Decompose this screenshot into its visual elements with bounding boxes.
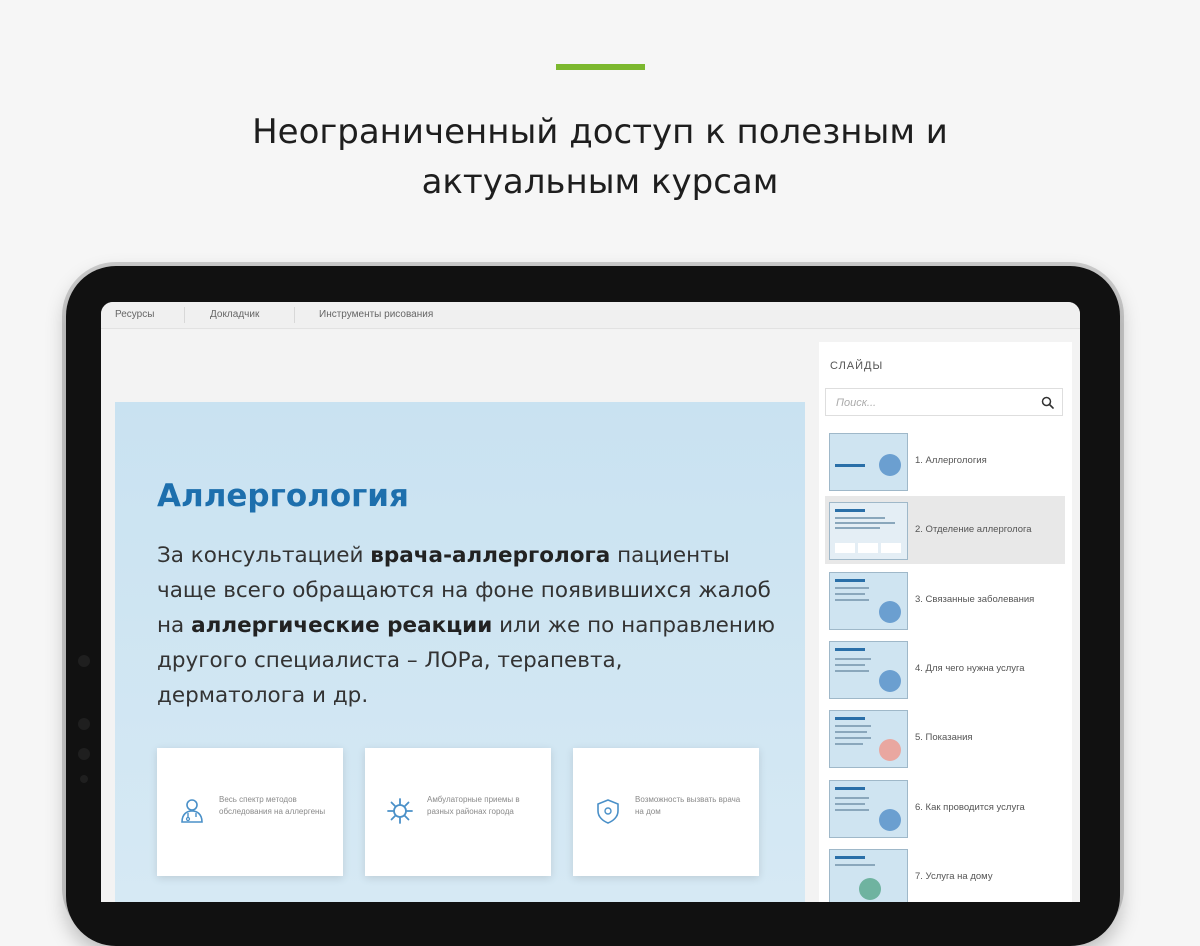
slide-thumbnail: [829, 641, 908, 699]
slide-body: За консультацией врача-аллерголога пацие…: [157, 538, 777, 713]
slide-list-item-label: 6. Как проводится услуга: [915, 802, 1025, 813]
slide-body-text: За консультацией: [157, 543, 371, 568]
slide-list-item[interactable]: 7. Услуга на дому: [825, 843, 1065, 902]
slide-list-item-label: 7. Услуга на дому: [915, 871, 993, 882]
tablet-screen: Ресурсы Докладчик Инструменты рисования …: [101, 302, 1080, 902]
menu-separator: [294, 307, 295, 323]
menu-item-drawing-tools[interactable]: Инструменты рисования: [319, 309, 433, 320]
tablet-button: [78, 655, 90, 667]
slide-thumbnail: [829, 780, 908, 838]
feature-card: Возможность вызвать врача на дом: [573, 748, 759, 876]
slides-panel-title: СЛАЙДЫ: [830, 360, 884, 372]
slides-search-input[interactable]: [834, 393, 1038, 413]
menu-separator: [184, 307, 185, 323]
slide-list-item-active[interactable]: 2. Отделение аллерголога: [825, 496, 1065, 564]
shield-icon: [597, 799, 619, 824]
feature-card: Весь спектр методов обследования на алле…: [157, 748, 343, 876]
feature-card-text: Возможность вызвать врача на дом: [635, 795, 741, 816]
headline-line-2: актуальным курсам: [421, 162, 779, 202]
slide-list-item[interactable]: 5. Показания: [825, 704, 1065, 772]
slide-body-bold: врача-аллерголога: [370, 543, 611, 568]
search-icon[interactable]: [1041, 396, 1054, 409]
feature-card-text: Амбулаторные приемы в разных районах гор…: [427, 795, 520, 816]
tablet-button: [80, 775, 88, 783]
slide-thumbnail: [829, 849, 908, 902]
feature-card: Амбулаторные приемы в разных районах гор…: [365, 748, 551, 876]
slide-list-item-label: 1. Аллергология: [915, 455, 987, 466]
slide-thumbnail: [829, 710, 908, 768]
slide-list-item[interactable]: 3. Связанные заболевания: [825, 566, 1065, 634]
slide-body-bold: аллергические реакции: [191, 613, 493, 638]
current-slide: Аллергология За консультацией врача-алле…: [115, 402, 805, 902]
slides-search: [825, 388, 1063, 416]
slide-list-item-label: 2. Отделение аллерголога: [915, 524, 1032, 535]
slide-title: Аллергология: [157, 478, 409, 514]
menu-item-presenter[interactable]: Докладчик: [210, 309, 259, 320]
slide-thumbnail: [829, 502, 908, 560]
tablet-button: [78, 748, 90, 760]
slides-panel: СЛАЙДЫ 1. Аллергология 2. Отделение алле…: [819, 342, 1072, 902]
headline-line-1: Неограниченный доступ к полезным и: [252, 112, 948, 152]
tablet-button: [78, 718, 90, 730]
feature-card-text: Весь спектр методов обследования на алле…: [219, 795, 326, 816]
page-headline: Неограниченный доступ к полезным и актуа…: [0, 107, 1200, 207]
virus-icon: [387, 798, 413, 824]
top-menu: Ресурсы Докладчик Инструменты рисования: [101, 302, 1080, 329]
slide-list-item[interactable]: 6. Как проводится услуга: [825, 774, 1065, 842]
slide-list-item-label: 5. Показания: [915, 732, 973, 743]
slide-thumbnail: [829, 572, 908, 630]
accent-bar: [556, 64, 645, 70]
slide-thumbnail: [829, 433, 908, 491]
slide-list-item[interactable]: 4. Для чего нужна услуга: [825, 635, 1065, 703]
slide-list-item[interactable]: 1. Аллергология: [825, 427, 1065, 495]
menu-item-resources[interactable]: Ресурсы: [115, 309, 154, 320]
slide-list-item-label: 4. Для чего нужна услуга: [915, 663, 1025, 674]
doctor-icon: [181, 799, 203, 823]
slide-list-item-label: 3. Связанные заболевания: [915, 594, 1035, 605]
